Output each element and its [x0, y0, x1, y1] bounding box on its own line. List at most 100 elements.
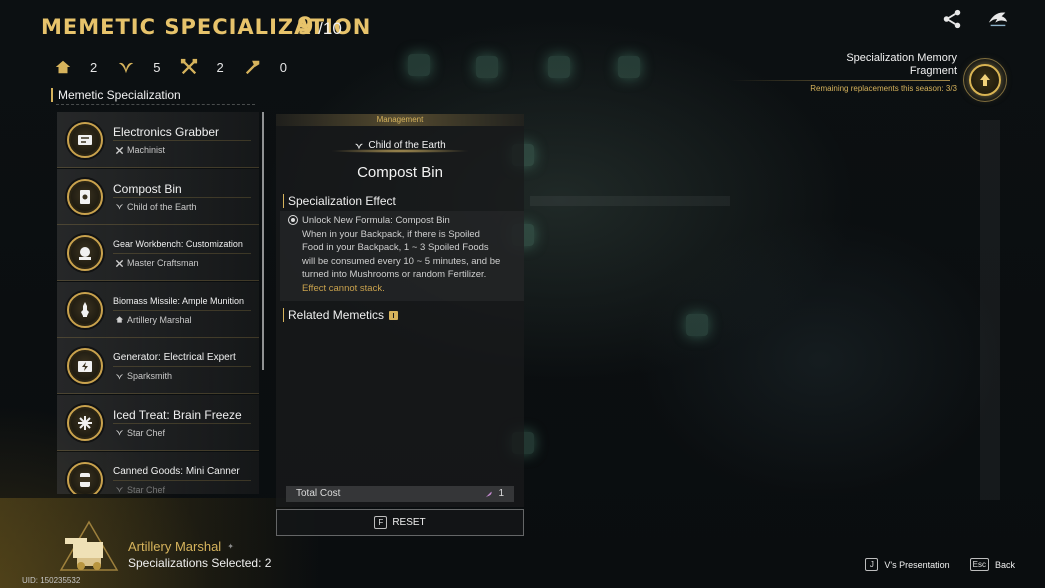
list-item-school: Master Craftsman: [115, 258, 199, 268]
list-item[interactable]: Gear Workbench: Customization Master Cra…: [57, 225, 259, 282]
leaf-icon: [115, 374, 124, 380]
effect-box: Unlock New Formula: Compost Bin When in …: [280, 211, 524, 301]
presentation-button[interactable]: V's Presentation: [884, 560, 949, 570]
effect-line: When in your Backpack, if there is Spoil…: [302, 228, 480, 240]
class-name: Artillery Marshal ✦: [128, 539, 234, 554]
list-item-school-label: Machinist: [127, 145, 166, 155]
bg-node: [686, 314, 708, 336]
list-item-school-label: Artillery Marshal: [127, 314, 192, 325]
effect-line: Food in your Backpack, 1 ~ 3 Spoiled Foo…: [302, 242, 489, 253]
back-button[interactable]: Back: [995, 560, 1015, 570]
related-heading-label: Related Memetics: [288, 308, 385, 322]
bg-node: [548, 56, 570, 78]
detail-panel: Management Child of the Earth Compost Bi…: [276, 114, 524, 507]
specializations-selected: Specializations Selected: 2: [128, 556, 272, 570]
reset-button[interactable]: F RESET: [276, 509, 524, 536]
list-heading: Memetic Specialization: [51, 88, 255, 102]
bullet-icon: [288, 215, 298, 225]
snowflake-icon: [67, 404, 103, 441]
total-cost-label: Total Cost: [296, 488, 341, 499]
star-icon: ✦: [227, 542, 234, 551]
list-item[interactable]: Biomass Missile: Ample Munition Artiller…: [57, 281, 259, 338]
stat-builder: 0: [244, 58, 287, 76]
bg-node: [618, 56, 640, 78]
arrow-up-icon: [980, 74, 990, 86]
reset-label: RESET: [392, 517, 426, 528]
effect-heading: Specialization Effect: [283, 194, 396, 208]
list-item-school-label: Master Craftsman: [127, 258, 199, 269]
specialization-list[interactable]: Electronics Grabber Machinist Compost Bi…: [57, 112, 259, 494]
house-icon: [55, 60, 71, 74]
detail-title: Compost Bin: [357, 164, 443, 181]
list-item[interactable]: Compost Bin Child of the Earth: [57, 168, 259, 225]
generator-icon: [67, 348, 103, 385]
house-icon: [115, 316, 124, 323]
crossed-tools-icon: [115, 146, 124, 154]
list-item[interactable]: Electronics Grabber Machinist: [57, 112, 259, 168]
list-item-divider: [113, 422, 251, 424]
memory-fragment-button[interactable]: [969, 64, 1001, 96]
list-item[interactable]: Iced Treat: Brain Freeze Star Chef: [57, 394, 259, 451]
list-item-school: Star Chef: [115, 428, 165, 438]
list-heading-divider: [56, 104, 255, 105]
stat-value: 0: [279, 59, 287, 75]
selected-count: 9 /10: [297, 12, 342, 40]
list-item-divider: [113, 309, 251, 311]
total-cost-value-wrap: 1: [485, 488, 504, 499]
effect-line: will be consumed every 10 ~ 5 minutes, a…: [302, 255, 501, 267]
top-icons: [941, 8, 1009, 30]
list-item[interactable]: Generator: Electrical Expert Sparksmith: [57, 338, 259, 395]
list-item-name: Canned Goods: Mini Canner: [113, 465, 240, 477]
memory-fragment-title: Specialization Memory Fragment: [757, 52, 957, 78]
shark-logo-icon[interactable]: [987, 8, 1009, 30]
leaf-icon: [115, 430, 124, 437]
school-stats: 2 5 2 0: [54, 58, 307, 76]
can-icon: [67, 461, 103, 494]
footer-controls: J V's Presentation Esc Back: [865, 558, 1015, 571]
presentation-key-hint: J: [865, 558, 879, 571]
list-item-divider: [113, 366, 251, 368]
total-cost: Total Cost 1: [286, 486, 514, 502]
leaf-icon: [115, 204, 124, 210]
list-item-name: Gear Workbench: Customization: [113, 239, 243, 250]
list-item-school: Star Chef: [115, 485, 165, 494]
category-label: Management: [276, 114, 524, 126]
info-icon[interactable]: [389, 311, 399, 321]
stat-craftsman: 2: [180, 58, 224, 76]
share-icon[interactable]: [941, 8, 963, 30]
list-item-school: Sparksmith: [115, 371, 172, 381]
selected-count-max: /10: [318, 19, 342, 38]
crossed-tools-icon: [181, 58, 198, 75]
bg-line: [980, 120, 1000, 500]
list-item-name: Biomass Missile: Ample Munition: [113, 295, 245, 306]
list-item-school-label: Sparksmith: [127, 371, 173, 382]
selected-count-value: 9: [297, 12, 314, 40]
user-id: UID: 150235532: [22, 576, 81, 585]
missile-icon: [67, 291, 103, 328]
list-item-school-label: Child of the Earth: [127, 201, 197, 212]
leaf-icon: [119, 62, 134, 74]
effect-text: Unlock New Formula: Compost Bin When in …: [302, 214, 522, 295]
memory-fragment-title-line1: Specialization Memory: [846, 52, 957, 64]
bg-node: [476, 56, 498, 78]
list-item-divider: [113, 253, 251, 255]
bg-line: [530, 196, 730, 206]
list-item-name: Iced Treat: Brain Freeze: [113, 407, 242, 422]
remaining-replacements: Remaining replacements this season: 3/3: [810, 84, 957, 93]
list-scrollbar[interactable]: [262, 112, 264, 370]
artillery-emblem: [59, 520, 119, 571]
back-key-hint: Esc: [969, 558, 989, 571]
list-item-name: Generator: Electrical Expert: [113, 352, 236, 364]
list-item[interactable]: Canned Goods: Mini Canner Star Chef: [57, 451, 259, 494]
compost-bin-icon: [67, 178, 103, 215]
related-heading: Related Memetics: [283, 308, 399, 322]
affiliation-glow: [330, 149, 470, 153]
class-name-label: Artillery Marshal: [128, 539, 222, 554]
list-item-divider: [113, 479, 251, 481]
memory-fragment-underline: [730, 80, 950, 81]
memory-fragment-title-line2: Fragment: [909, 65, 957, 77]
list-item-school-label: Star Chef: [127, 427, 166, 438]
feather-icon: [486, 491, 493, 497]
list-item-divider: [113, 140, 251, 141]
stat-value: 5: [153, 59, 161, 75]
